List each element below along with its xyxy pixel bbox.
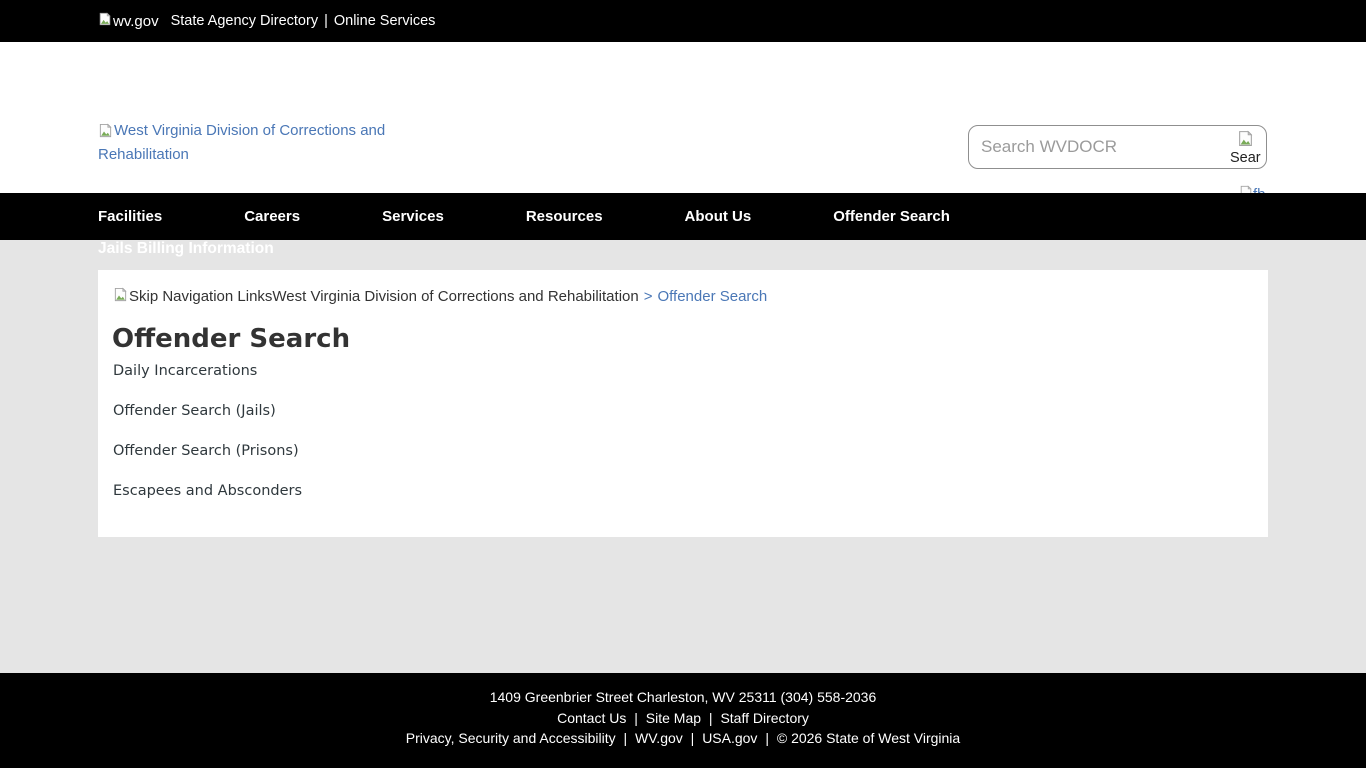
search-input[interactable] [981, 126, 1201, 168]
offender-search-jails-link[interactable]: Offender Search (Jails) [113, 403, 276, 419]
wvgov-footer-link[interactable]: WV.gov [635, 730, 683, 746]
broken-image-icon [1236, 130, 1265, 150]
staff-directory-link[interactable]: Staff Directory [720, 710, 808, 726]
search-button-alt-text: Sear [1230, 150, 1265, 167]
daily-incarcerations-link[interactable]: Daily Incarcerations [113, 363, 257, 379]
page-title: Offender Search [112, 324, 350, 354]
footer-links-row-2: Privacy, Security and Accessibility | WV… [0, 728, 1366, 749]
site-logo-alt-text: West Virginia Division of Corrections an… [98, 122, 385, 163]
footer-separator: | [634, 710, 638, 726]
topbar-separator: | [324, 13, 328, 29]
site-footer: 1409 Greenbrier Street Charleston, WV 25… [0, 673, 1366, 768]
footer-copyright: © 2026 State of West Virginia [777, 730, 960, 746]
broken-image-icon [113, 287, 128, 306]
breadcrumb-root: West Virginia Division of Corrections an… [272, 288, 638, 305]
usagov-footer-link[interactable]: USA.gov [702, 730, 757, 746]
search-button[interactable]: Sear [1229, 127, 1265, 167]
footer-separator: | [624, 730, 628, 746]
online-services-link[interactable]: Online Services [334, 13, 436, 29]
main-nav: Facilities Careers Services Resources Ab… [0, 193, 1366, 240]
site-logo-link[interactable]: West Virginia Division of Corrections an… [98, 120, 390, 165]
nav-item-offender-search[interactable]: Offender Search [833, 208, 950, 225]
top-utility-bar: wv.gov State Agency Directory | Online S… [0, 0, 1366, 42]
footer-separator: | [765, 730, 769, 746]
broken-image-icon [98, 123, 113, 144]
breadcrumb: Skip Navigation Links West Virginia Divi… [113, 287, 767, 306]
privacy-security-accessibility-link[interactable]: Privacy, Security and Accessibility [406, 730, 616, 746]
footer-links-row-1: Contact Us | Site Map | Staff Directory [0, 708, 1366, 729]
top-utility-bar-inner: wv.gov State Agency Directory | Online S… [98, 12, 435, 30]
wvgov-logo-alt-text: wv.gov [113, 13, 159, 30]
breadcrumb-current-link[interactable]: Offender Search [657, 288, 767, 305]
wvgov-logo-link[interactable]: wv.gov [98, 12, 159, 30]
nav-item-about-us[interactable]: About Us [685, 208, 752, 225]
submenu-item-jails-billing-information[interactable]: Jails Billing Information [98, 240, 274, 258]
footer-separator: | [709, 710, 713, 726]
site-search-box: Sear [968, 125, 1267, 169]
nav-item-careers[interactable]: Careers [244, 208, 300, 225]
state-agency-directory-link[interactable]: State Agency Directory [171, 13, 319, 29]
site-map-link[interactable]: Site Map [646, 710, 701, 726]
site-header: West Virginia Division of Corrections an… [0, 42, 1366, 193]
topbar-links: State Agency Directory | Online Services [171, 13, 436, 29]
broken-image-icon [98, 12, 112, 30]
footer-separator: | [691, 730, 695, 746]
nav-item-services[interactable]: Services [382, 208, 444, 225]
content-panel: Skip Navigation Links West Virginia Divi… [98, 270, 1268, 537]
offender-search-prisons-link[interactable]: Offender Search (Prisons) [113, 443, 299, 459]
footer-address: 1409 Greenbrier Street Charleston, WV 25… [0, 673, 1366, 708]
page: wv.gov State Agency Directory | Online S… [0, 0, 1366, 768]
contact-us-link[interactable]: Contact Us [557, 710, 626, 726]
nav-item-facilities[interactable]: Facilities [98, 208, 162, 225]
escapees-and-absconders-link[interactable]: Escapees and Absconders [113, 483, 302, 499]
skip-navigation-alt-text: Skip Navigation Links [129, 288, 272, 305]
breadcrumb-separator: > [644, 288, 653, 305]
main-nav-inner: Facilities Careers Services Resources Ab… [98, 208, 1032, 225]
nav-item-resources[interactable]: Resources [526, 208, 603, 225]
